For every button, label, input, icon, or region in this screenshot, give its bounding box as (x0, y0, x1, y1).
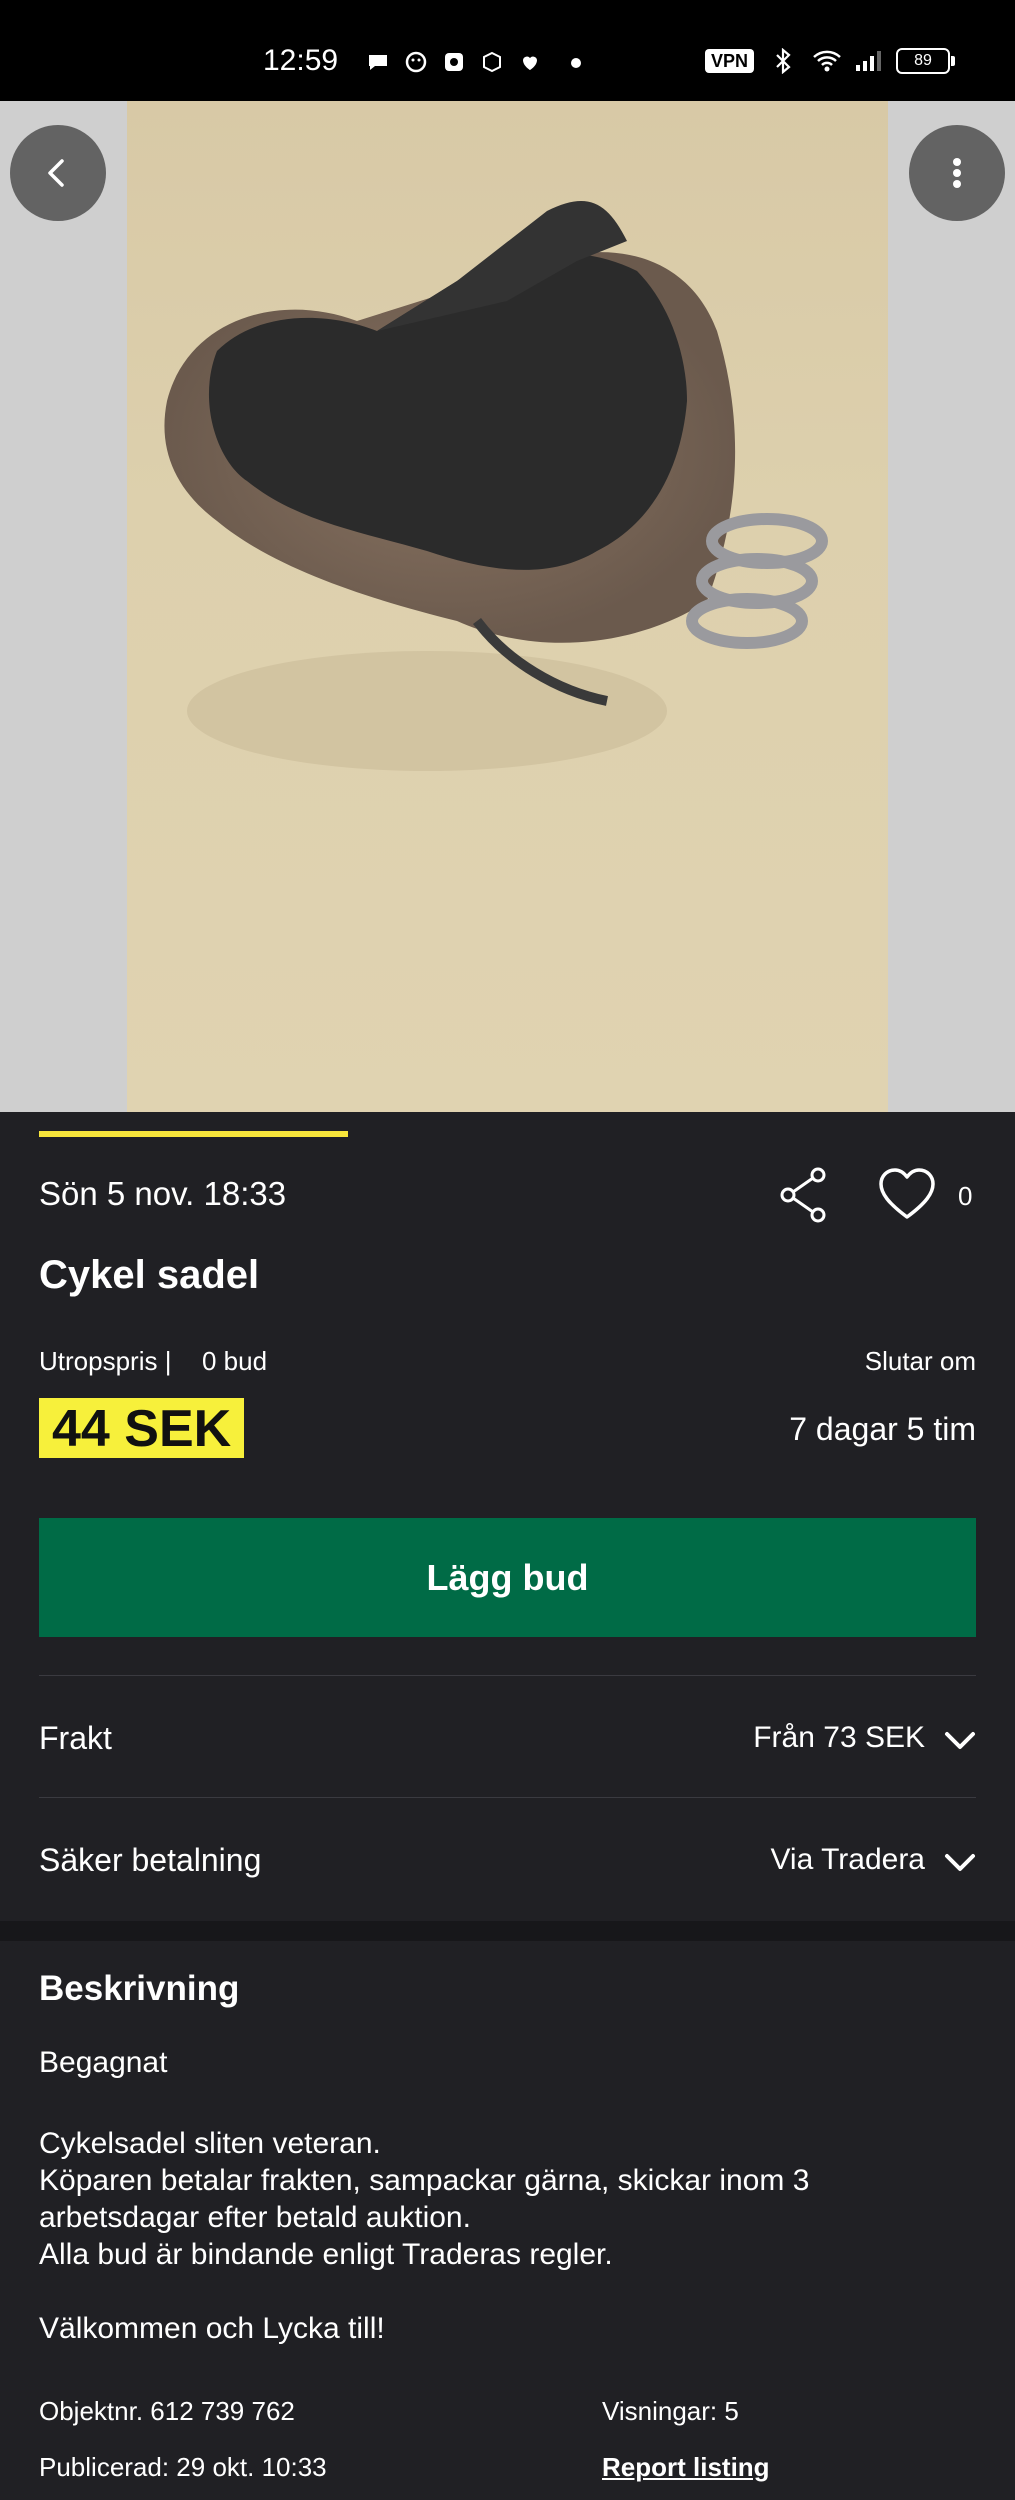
more-options-button[interactable] (909, 125, 1005, 221)
listing-title: Cykel sadel (39, 1253, 260, 1297)
time-remaining: 7 dagar 5 tim (789, 1411, 976, 1447)
description-heading: Beskrivning (39, 1969, 240, 2008)
share-button[interactable] (778, 1167, 830, 1223)
listing-photo[interactable] (127, 101, 888, 1112)
payment-label: Säker betalning (39, 1842, 262, 1878)
description-body: Cykelsadel sliten veteran. Köparen betal… (39, 2125, 969, 2273)
published-date: Publicerad: 29 okt. 10:33 (39, 2452, 327, 2482)
bluetooth-icon (770, 47, 796, 75)
auction-end-date: Sön 5 nov. 18:33 (39, 1175, 287, 1212)
price-badge: 44 SEK (39, 1398, 245, 1458)
shipping-row[interactable]: Frakt Från 73 SEK (0, 1676, 1015, 1797)
shipping-label: Frakt (39, 1720, 112, 1756)
share-icon (780, 1167, 826, 1223)
description-line: Cykelsadel sliten veteran. (39, 2127, 381, 2160)
system-icons: VPN 89 (704, 47, 955, 75)
item-condition: Begagnat (39, 2046, 168, 2079)
bid-count: 0 bud (202, 1346, 268, 1376)
place-bid-button[interactable]: Lägg bud (39, 1518, 976, 1637)
description-line: Alla bud är bindande enligt Traderas reg… (39, 2238, 613, 2271)
back-button[interactable] (10, 125, 106, 221)
payment-row[interactable]: Säker betalning Via Tradera (0, 1798, 1015, 1919)
start-price-label: Utropspris | (39, 1346, 172, 1376)
battery-indicator: 89 (896, 48, 955, 74)
signal-icon (854, 48, 881, 74)
chevron-left-icon (48, 159, 64, 187)
chevron-down-icon (945, 1732, 975, 1749)
payment-value: Via Tradera (770, 1843, 925, 1876)
app-icon (441, 50, 467, 76)
shipping-value: Från 73 SEK (753, 1721, 925, 1754)
health-icon (517, 50, 543, 76)
status-time: 12:59 (263, 44, 339, 77)
favorite-count: 0 (958, 1181, 973, 1211)
heart-icon (879, 1168, 935, 1219)
object-number: Objektnr. 612 739 762 (39, 2396, 295, 2426)
cube-icon (479, 50, 505, 76)
chat-icon (365, 50, 391, 76)
favorite-button[interactable] (878, 1167, 936, 1223)
ends-in-label: Slutar om (864, 1346, 976, 1376)
more-vertical-icon (953, 158, 961, 188)
status-bar: 12:59 VPN 89 (0, 0, 1015, 101)
saddle-image (164, 201, 828, 771)
image-gallery[interactable] (0, 101, 1015, 1112)
description-welcome: Välkommen och Lycka till! (39, 2312, 385, 2345)
vpn-badge: VPN (704, 49, 754, 73)
section-separator (0, 1921, 1015, 1941)
image-progress-fill (39, 1131, 348, 1137)
description-line: Köparen betalar frakten, sampackar gärna… (39, 2164, 810, 2234)
chevron-down-icon (945, 1854, 975, 1871)
smiley-icon (403, 50, 429, 76)
more-notifications-dot (571, 58, 581, 68)
view-count: Visningar: 5 (602, 2396, 739, 2426)
wifi-icon (812, 48, 841, 74)
report-listing-link[interactable]: Report listing (602, 2452, 770, 2483)
image-progress (39, 1131, 975, 1137)
notification-icons (365, 50, 581, 76)
